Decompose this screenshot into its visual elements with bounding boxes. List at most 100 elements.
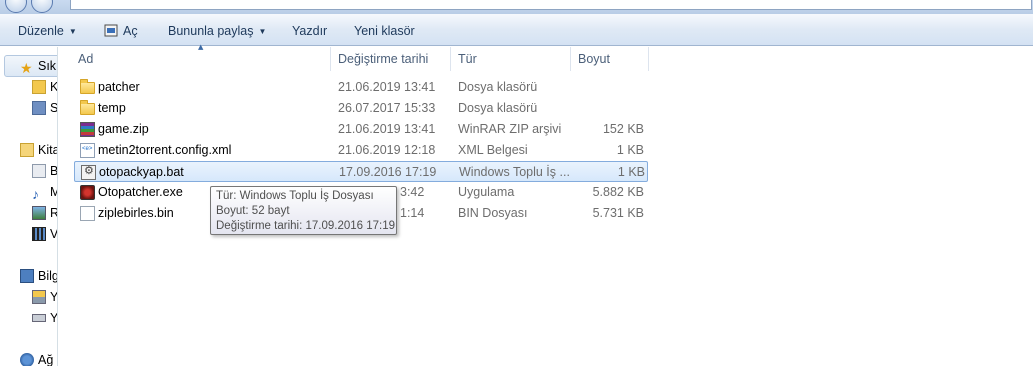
file-size — [564, 98, 644, 119]
sidebar-item-label: M — [50, 185, 57, 199]
sidebar-item-local-disk[interactable]: Y — [32, 288, 58, 306]
navigation-pane: ★Sık K S Kitaplıklar B ♪M R V Bilg Y Y A… — [0, 47, 58, 366]
sidebar-favorites-label: Sık — [38, 59, 57, 73]
column-divider[interactable] — [648, 47, 649, 71]
new-folder-button[interactable]: Yeni klasör — [354, 22, 415, 40]
file-date: 17.09.2016 17:19 — [339, 165, 437, 179]
chevron-down-icon: ▼ — [68, 27, 77, 36]
sidebar-item-music[interactable]: ♪M — [32, 183, 57, 202]
title-strip — [0, 0, 1033, 14]
file-type: Dosya klasörü — [458, 80, 538, 94]
tooltip-date: Değiştirme tarihi: 17.09.2016 17:19 — [216, 220, 395, 232]
file-name: temp — [98, 101, 126, 115]
open-icon — [104, 24, 118, 37]
share-button[interactable]: Bununla paylaş ▼ — [168, 22, 266, 40]
file-type: Uygulama — [458, 185, 515, 199]
file-date: 21.06.2019 12:18 — [338, 143, 436, 157]
column-header-bar: ▲ Ad Değiştirme tarihi Tür Boyut — [70, 43, 1033, 71]
file-size: 5.882 KB — [592, 185, 644, 199]
file-date: 21.06.2019 13:41 — [338, 122, 436, 136]
column-header-size[interactable]: Boyut — [570, 47, 648, 71]
videos-icon — [32, 227, 46, 241]
drive-icon — [32, 314, 46, 322]
file-row-patcher[interactable]: patcher 21.06.2019 13:41 Dosya klasörü — [74, 77, 648, 98]
sidebar-libraries-label: Kitaplıklar — [38, 143, 57, 157]
sidebar-item-label: Y — [50, 311, 58, 325]
back-button[interactable] — [5, 0, 27, 13]
file-size: 5.731 KB — [592, 206, 644, 220]
local-disk-icon — [32, 290, 46, 304]
library-icon — [20, 143, 34, 157]
sidebar-item-downloads[interactable]: K — [32, 78, 58, 96]
command-bar: Düzenle ▼ Aç Bununla paylaş ▼ Yazdır Yeni … — [0, 14, 1033, 46]
sidebar-item-pictures[interactable]: R — [32, 204, 57, 222]
file-size: 1 KB — [617, 165, 645, 179]
application-icon — [80, 185, 95, 200]
file-row-temp[interactable]: temp 26.07.2017 15:33 Dosya klasörü — [74, 98, 648, 119]
column-header-name[interactable]: Ad — [70, 47, 330, 71]
file-type: BIN Dosyası — [458, 206, 528, 220]
star-icon: ★ — [20, 60, 33, 76]
file-type: Windows Toplu İş ... — [459, 165, 570, 179]
sidebar-item-drive[interactable]: Y — [32, 309, 58, 327]
file-type: XML Belgesi — [458, 143, 528, 157]
file-name: otopackyap.bat — [99, 165, 184, 179]
address-bar[interactable] — [70, 0, 1032, 10]
file-info-tooltip: Tür: Windows Toplu İş Dosyası Boyut: 52 … — [210, 186, 397, 235]
tooltip-type: Tür: Windows Toplu İş Dosyası — [216, 190, 374, 202]
file-row-config-xml[interactable]: metin2torrent.config.xml 21.06.2019 12:1… — [74, 140, 648, 161]
documents-icon — [32, 164, 46, 178]
sidebar-network[interactable]: Ağ — [20, 351, 53, 366]
xml-document-icon — [80, 143, 95, 158]
computer-icon — [20, 269, 34, 283]
tooltip-size: Boyut: 52 bayt — [216, 205, 290, 217]
music-note-icon: ♪ — [32, 186, 39, 202]
network-icon — [20, 353, 34, 366]
folder-icon — [80, 79, 95, 94]
sidebar-item-label: S — [50, 101, 58, 115]
open-button[interactable]: Aç — [104, 22, 138, 40]
downloads-folder-icon — [32, 80, 46, 94]
file-name: metin2torrent.config.xml — [98, 143, 232, 157]
sidebar-network-label: Ağ — [38, 353, 54, 366]
organize-label: Düzenle — [18, 24, 64, 38]
file-name: patcher — [98, 80, 140, 94]
print-label: Yazdır — [292, 24, 328, 38]
file-type: WinRAR ZIP arşivi — [458, 122, 562, 136]
column-header-type[interactable]: Tür — [450, 47, 570, 71]
chevron-down-icon: ▼ — [258, 27, 267, 36]
file-type: Dosya klasörü — [458, 101, 538, 115]
new-folder-label: Yeni klasör — [354, 24, 415, 38]
sidebar-computer[interactable]: Bilg — [20, 267, 58, 285]
file-date: 21.06.2019 13:41 — [338, 80, 436, 94]
sidebar-item-label: V — [50, 227, 58, 241]
forward-button[interactable] — [31, 0, 53, 13]
file-row-otopackyap-bat[interactable]: otopackyap.bat 17.09.2016 17:19 Windows … — [74, 161, 648, 182]
bin-file-icon — [80, 206, 95, 221]
print-button[interactable]: Yazdır — [292, 22, 327, 40]
sidebar-libraries[interactable]: Kitaplıklar — [20, 141, 57, 159]
sidebar-item-label: K — [50, 80, 58, 94]
pictures-icon — [32, 206, 46, 220]
sidebar-item-label: R — [50, 206, 57, 220]
share-label: Bununla paylaş — [168, 24, 254, 38]
folder-icon — [80, 100, 95, 115]
column-header-date[interactable]: Değiştirme tarihi — [330, 47, 450, 71]
open-label: Aç — [123, 24, 138, 38]
organize-button[interactable]: Düzenle ▼ — [18, 22, 77, 40]
sidebar-favorites[interactable]: ★ Sık — [20, 57, 56, 75]
batch-file-icon — [81, 164, 96, 180]
sidebar-item-label: Y — [50, 290, 58, 304]
file-size — [564, 77, 644, 98]
sidebar-item-recent[interactable]: S — [32, 99, 58, 117]
recent-places-icon — [32, 101, 46, 115]
file-row-game-zip[interactable]: game.zip 21.06.2019 13:41 WinRAR ZIP arş… — [74, 119, 648, 140]
sidebar-item-label: B — [50, 164, 58, 178]
file-date: 26.07.2017 15:33 — [338, 101, 436, 115]
sidebar-computer-label: Bilg — [38, 269, 58, 283]
file-size: 1 KB — [616, 143, 644, 157]
sidebar-item-documents[interactable]: B — [32, 162, 58, 180]
winrar-zip-icon — [80, 122, 95, 137]
file-size: 152 KB — [602, 122, 644, 136]
sidebar-item-videos[interactable]: V — [32, 225, 58, 243]
